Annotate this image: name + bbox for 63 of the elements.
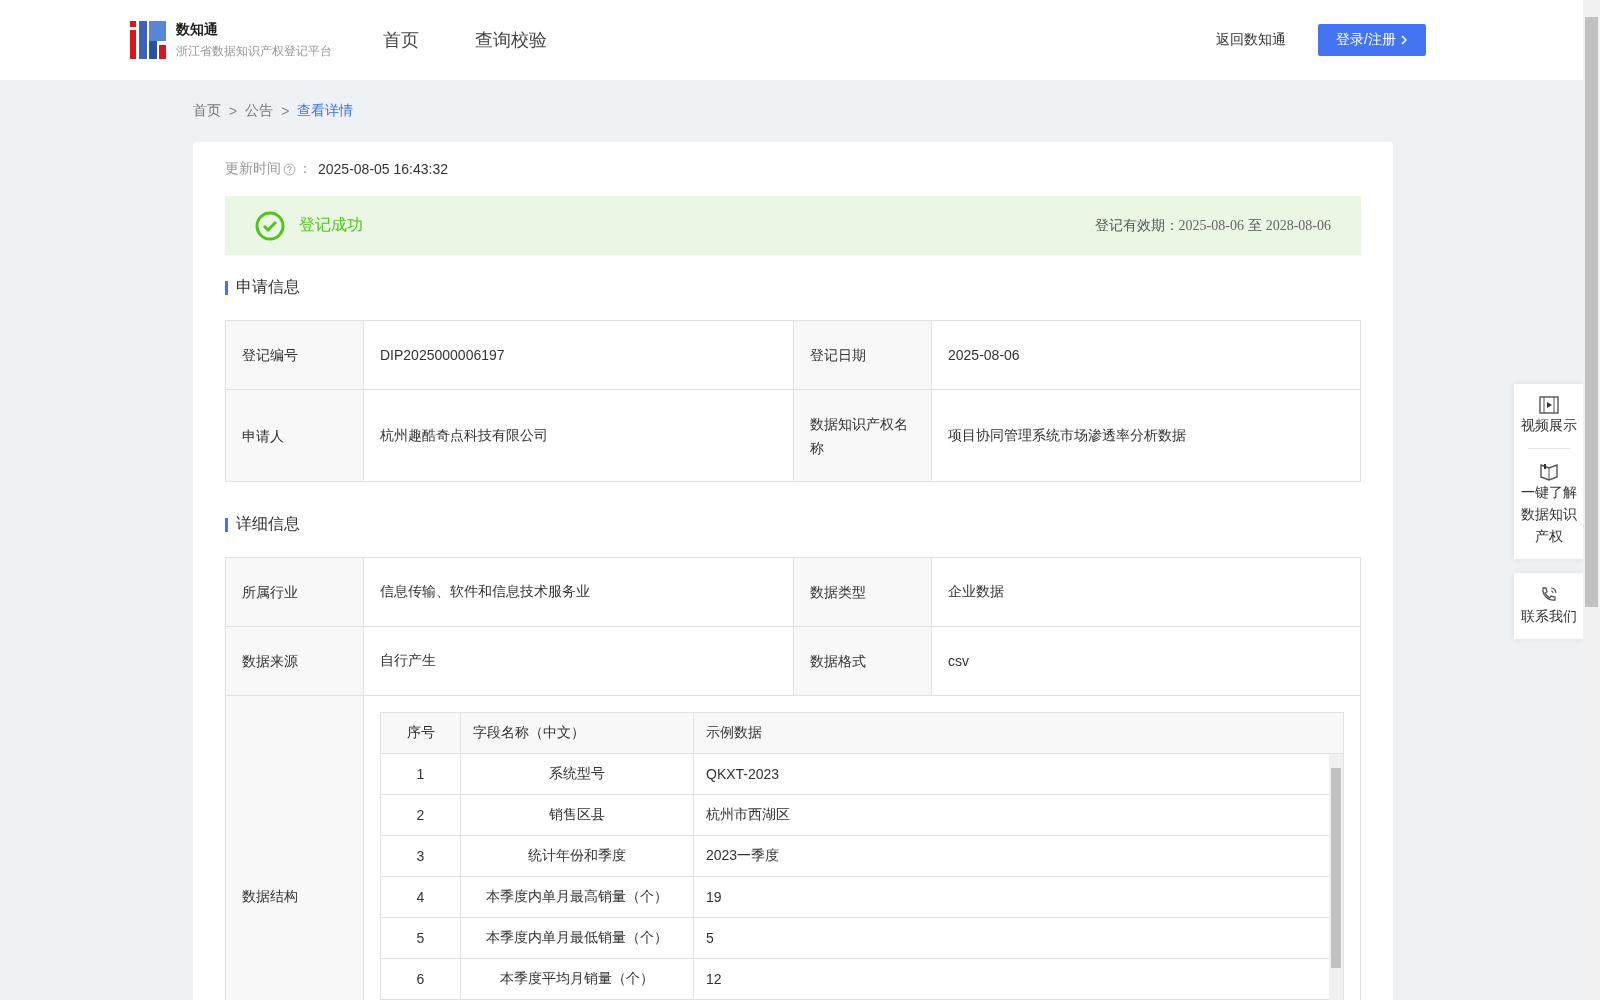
page-scrollbar[interactable]	[1583, 0, 1600, 1000]
field-label: 所属行业	[226, 558, 364, 626]
section-title: 详细信息	[236, 514, 300, 534]
section-title: 申请信息	[236, 277, 300, 297]
nav-link[interactable]: 首页	[383, 28, 419, 52]
breadcrumb-link[interactable]: 首页	[193, 102, 221, 120]
breadcrumb-separator: >	[229, 103, 238, 119]
book-icon	[1539, 461, 1559, 481]
table-cell-text: 5	[705, 929, 715, 948]
table-cell: 2	[381, 795, 461, 835]
back-link[interactable]: 返回数知通	[1216, 31, 1286, 49]
field-label: 数据结构	[226, 696, 364, 1000]
validity-text: 登记有效期：2025-08-06 至 2028-08-06	[1094, 216, 1331, 235]
table-cell-text: QKXT-2023	[705, 765, 781, 784]
field-value: 项目协同管理系统市场渗透率分析数据	[947, 425, 1187, 445]
status-text: 登记成功	[299, 215, 363, 235]
field-label: 数据格式	[794, 627, 932, 695]
update-time-label: 更新时间	[225, 160, 281, 178]
nav-link[interactable]: 查询校验	[475, 28, 547, 52]
field-label: 登记编号	[226, 321, 364, 389]
breadcrumb-separator: >	[281, 103, 290, 119]
colon: ：	[298, 160, 312, 178]
table-cell: 本季度内单月最低销量（个）	[461, 918, 694, 958]
check-circle-icon	[255, 210, 285, 241]
field-value: 企业数据	[947, 582, 1005, 601]
table-cell-text: 12	[705, 970, 723, 989]
logo-title: 数知通	[176, 20, 219, 39]
column-header: 字段名称（中文）	[461, 713, 694, 753]
table-cell: 4	[381, 877, 461, 917]
logo-subtitle: 浙江省数据知识产权登记平台	[176, 42, 332, 60]
help-icon	[283, 162, 296, 176]
table-cell: 统计年份和季度	[461, 836, 694, 876]
film-icon	[1539, 396, 1559, 414]
field-label: 登记日期	[794, 321, 932, 389]
update-time-value: 2025-08-05 16:43:32	[318, 161, 448, 177]
side-link[interactable]: 联系我们	[1514, 573, 1584, 639]
table-cell: 1	[381, 754, 461, 794]
side-link[interactable]: 视频展示	[1514, 384, 1584, 448]
field-label: 数据类型	[794, 558, 932, 626]
logo-icon	[130, 21, 166, 59]
field-label: 数据知识产权名称	[794, 390, 932, 481]
field-value: 2025-08-06	[947, 346, 1021, 365]
field-label: 申请人	[226, 390, 364, 481]
table-cell: 6	[381, 959, 461, 999]
breadcrumb-link[interactable]: 查看详情	[297, 102, 354, 120]
table-cell: 本季度内单月最高销量（个）	[461, 877, 694, 917]
column-header: 序号	[381, 713, 461, 753]
table-cell: 3	[381, 836, 461, 876]
table-cell-text: 19	[705, 888, 723, 907]
table-cell: 系统型号	[461, 754, 694, 794]
breadcrumb-link[interactable]: 公告	[245, 102, 274, 120]
field-value: csv	[947, 652, 970, 671]
table-cell-text: 杭州市西湖区	[705, 805, 791, 824]
table-cell: 5	[381, 918, 461, 958]
table-cell: 销售区县	[461, 795, 694, 835]
column-header: 示例数据	[705, 723, 763, 742]
side-link[interactable]: 一键了解数据知识产权	[1514, 449, 1584, 559]
login-button[interactable]: 登录/注册	[1318, 24, 1426, 56]
table-cell-text: 2023一季度	[705, 846, 781, 865]
scrollbar[interactable]	[1329, 754, 1343, 1000]
table-cell: 本季度平均月销量（个）	[461, 959, 694, 999]
chevron-icon	[1399, 35, 1408, 45]
field-label: 数据来源	[226, 627, 364, 695]
